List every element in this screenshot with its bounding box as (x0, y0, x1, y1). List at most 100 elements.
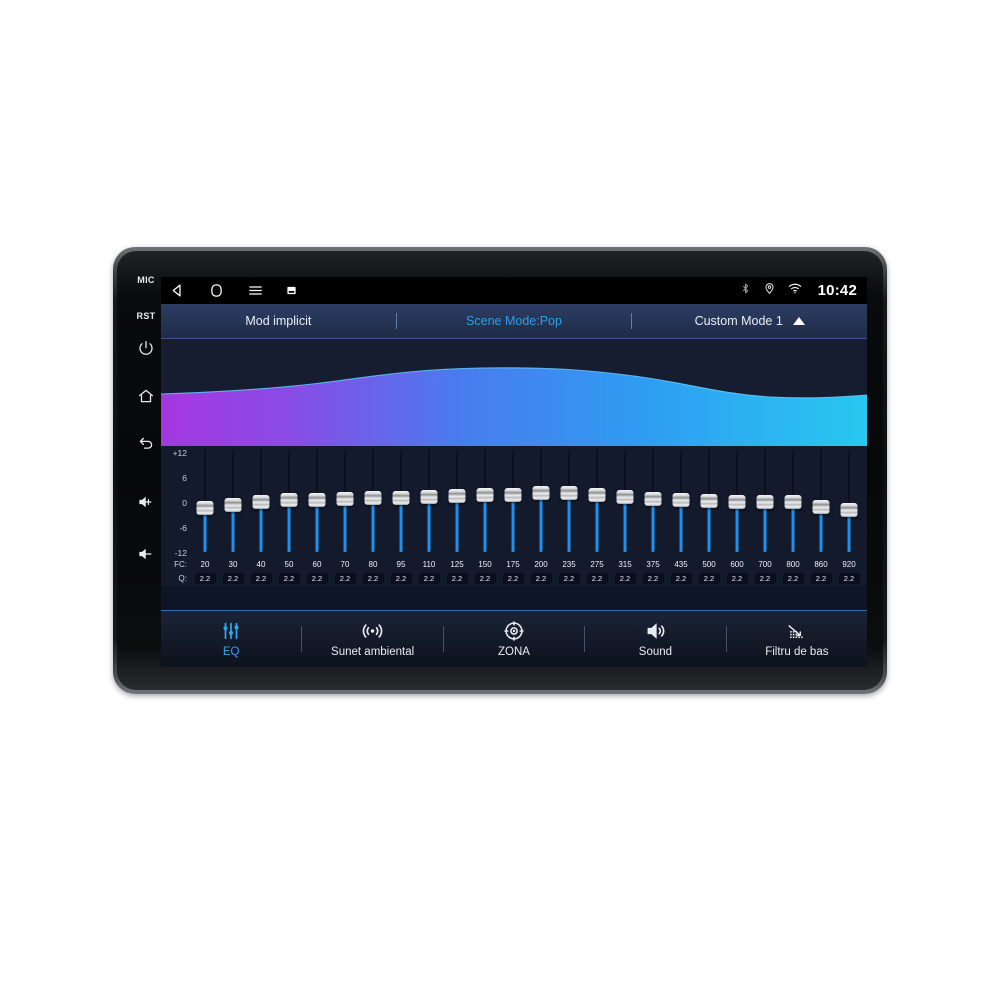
slider-knob[interactable] (308, 492, 326, 507)
q-factor-cell[interactable]: 2.2 (807, 572, 835, 584)
q-factor-cell[interactable]: 2.2 (247, 572, 275, 584)
volume-down-button[interactable] (130, 545, 162, 563)
q-factor-cell[interactable]: 2.2 (835, 572, 863, 584)
nav-item-bass-filter[interactable]: Filtru de bas (727, 620, 867, 658)
device-bezel: MIC RST 10:42 Mod implicit Scene Mode:Po… (117, 251, 883, 690)
slider-knob[interactable] (644, 491, 662, 506)
eq-band-slider[interactable] (247, 446, 275, 558)
eq-band-slider[interactable] (835, 446, 863, 558)
q-factor-cell[interactable]: 2.2 (359, 572, 387, 584)
eq-band-slider[interactable] (471, 446, 499, 558)
eq-band-slider[interactable] (415, 446, 443, 558)
q-factor-cell[interactable]: 2.2 (611, 572, 639, 584)
back-icon[interactable] (169, 282, 186, 299)
nav-item-label: ZONA (498, 646, 530, 658)
slider-knob[interactable] (196, 500, 214, 515)
home-icon (138, 389, 154, 403)
q-factor-cell[interactable]: 2.2 (695, 572, 723, 584)
nav-item-zona[interactable]: ZONA (444, 620, 584, 658)
eq-band-slider[interactable] (695, 446, 723, 558)
eq-band-slider[interactable] (219, 446, 247, 558)
q-factor-cell[interactable]: 2.2 (527, 572, 555, 584)
q-factor-cell[interactable]: 2.2 (751, 572, 779, 584)
power-button[interactable] (130, 339, 162, 357)
q-factor-cell[interactable]: 2.2 (667, 572, 695, 584)
q-factor-cell[interactable]: 2.2 (191, 572, 219, 584)
custom-mode-button[interactable]: Custom Mode 1 (632, 304, 867, 338)
q-factor-cell[interactable]: 2.2 (583, 572, 611, 584)
slider-knob[interactable] (840, 502, 858, 517)
q-factor-cell[interactable]: 2.2 (499, 572, 527, 584)
slider-knob[interactable] (700, 494, 718, 509)
mic-button[interactable]: MIC (130, 275, 162, 285)
q-factor-cell[interactable]: 2.2 (303, 572, 331, 584)
slider-knob[interactable] (280, 493, 298, 508)
eq-band-slider[interactable] (387, 446, 415, 558)
slider-knob[interactable] (364, 491, 382, 506)
back-button[interactable] (130, 435, 162, 453)
home-icon[interactable] (208, 282, 225, 299)
slider-knob[interactable] (504, 488, 522, 503)
q-factor-cell[interactable]: 2.2 (415, 572, 443, 584)
nav-item-sound[interactable]: Sound (585, 620, 725, 658)
slider-knob[interactable] (392, 491, 410, 506)
slider-knob[interactable] (560, 486, 578, 501)
eq-band-slider[interactable] (723, 446, 751, 558)
q-factor-cell[interactable]: 2.2 (275, 572, 303, 584)
eq-band-slider[interactable] (639, 446, 667, 558)
eq-band-slider[interactable] (555, 446, 583, 558)
reset-button[interactable]: RST (130, 311, 162, 321)
default-mode-button[interactable]: Mod implicit (161, 304, 396, 338)
q-factor-cell[interactable]: 2.2 (779, 572, 807, 584)
slider-knob[interactable] (532, 485, 550, 500)
gain-axis-label: +12 (172, 448, 187, 458)
eq-band-slider[interactable] (443, 446, 471, 558)
slider-knob[interactable] (336, 491, 354, 506)
equalizer-icon (220, 620, 242, 642)
frequency-value: 200 (534, 560, 548, 569)
eq-band-slider[interactable] (667, 446, 695, 558)
eq-band-slider[interactable] (779, 446, 807, 558)
volume-up-button[interactable] (130, 493, 162, 511)
q-factor-cell[interactable]: 2.2 (471, 572, 499, 584)
q-factor-cell[interactable]: 2.2 (331, 572, 359, 584)
eq-band-slider[interactable] (191, 446, 219, 558)
nav-item-surround[interactable]: Sunet ambiental (302, 620, 442, 658)
q-factor-cell[interactable]: 2.2 (639, 572, 667, 584)
q-factor-cell[interactable]: 2.2 (387, 572, 415, 584)
slider-knob[interactable] (784, 495, 802, 510)
eq-band-slider[interactable] (611, 446, 639, 558)
slider-knob[interactable] (728, 494, 746, 509)
slider-knob[interactable] (448, 489, 466, 504)
home-button[interactable] (130, 387, 162, 405)
slider-knob[interactable] (672, 493, 690, 508)
slider-knob[interactable] (476, 488, 494, 503)
slider-knob[interactable] (616, 490, 634, 505)
nav-item-eq[interactable]: EQ (161, 620, 301, 658)
slider-knob[interactable] (812, 499, 830, 514)
scene-mode-button[interactable]: Scene Mode:Pop (397, 304, 632, 338)
slider-knob[interactable] (756, 494, 774, 509)
volume-down-icon (139, 549, 152, 559)
eq-band-slider[interactable] (751, 446, 779, 558)
q-factor-cell[interactable]: 2.2 (723, 572, 751, 584)
menu-icon[interactable] (247, 282, 264, 299)
frequency-value: 700 (758, 560, 772, 569)
slider-knob[interactable] (588, 487, 606, 502)
screenshot-icon[interactable] (286, 285, 297, 296)
eq-band-slider[interactable] (303, 446, 331, 558)
eq-band-slider[interactable] (527, 446, 555, 558)
eq-band-slider[interactable] (331, 446, 359, 558)
eq-band-slider[interactable] (499, 446, 527, 558)
q-factor-cell[interactable]: 2.2 (555, 572, 583, 584)
eq-band-slider[interactable] (583, 446, 611, 558)
q-factor-cell[interactable]: 2.2 (443, 572, 471, 584)
q-factor-cell[interactable]: 2.2 (219, 572, 247, 584)
triangle-up-icon[interactable] (792, 317, 805, 325)
eq-band-slider[interactable] (359, 446, 387, 558)
slider-knob[interactable] (420, 489, 438, 504)
eq-band-slider[interactable] (275, 446, 303, 558)
slider-knob[interactable] (224, 497, 242, 512)
eq-band-slider[interactable] (807, 446, 835, 558)
slider-knob[interactable] (252, 495, 270, 510)
